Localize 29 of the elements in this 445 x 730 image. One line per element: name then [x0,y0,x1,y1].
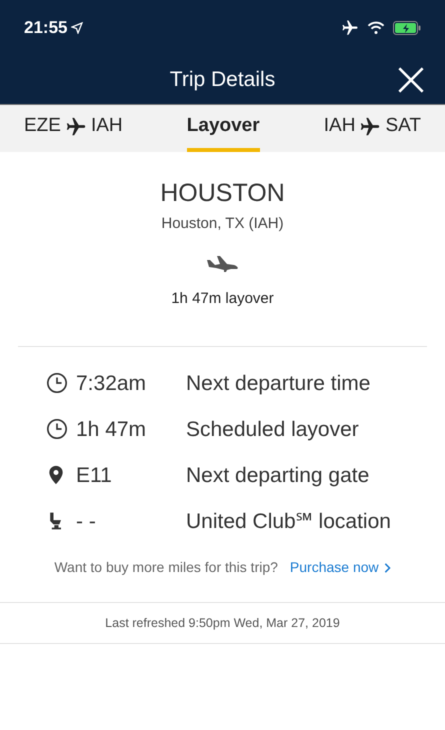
detail-label: Next departing gate [186,462,370,488]
trip-tab[interactable]: IAH SAT [324,105,421,152]
plane-icon [359,116,382,138]
city-name: HOUSTON [160,178,285,209]
location-arrow-icon [71,22,84,34]
wifi-icon [367,20,385,34]
purchase-link[interactable]: Purchase now [290,557,391,578]
detail-value: 7:32am [76,370,148,396]
detail-value: - - [76,508,97,534]
chevron-right-icon [382,562,391,573]
trip-tab[interactable]: Layover [186,105,260,152]
clock-icon [46,418,68,440]
detail-label: Next departure time [186,370,370,396]
header-title: Trip Details [170,66,276,93]
clock-icon [46,372,68,394]
detail-value: E11 [76,462,113,488]
close-button[interactable] [397,66,425,94]
status-time: 21:55 [24,16,68,39]
plane-icon [64,116,87,138]
detail-label: Scheduled layover [186,416,359,442]
layover-duration: 1h 47m layover [171,288,274,309]
last-refreshed: Last refreshed 9:50pm Wed, Mar 27, 2019 [105,614,340,632]
battery-icon [393,20,421,34]
trip-tab[interactable]: EZE IAH [24,105,123,152]
airport-name: Houston, TX (IAH) [161,214,284,234]
detail-label: United Club℠ location [186,508,391,534]
promo-text: Want to buy more miles for this trip? [54,558,278,578]
airplane-mode-icon [341,18,359,36]
detail-value: 1h 47m [76,416,148,442]
